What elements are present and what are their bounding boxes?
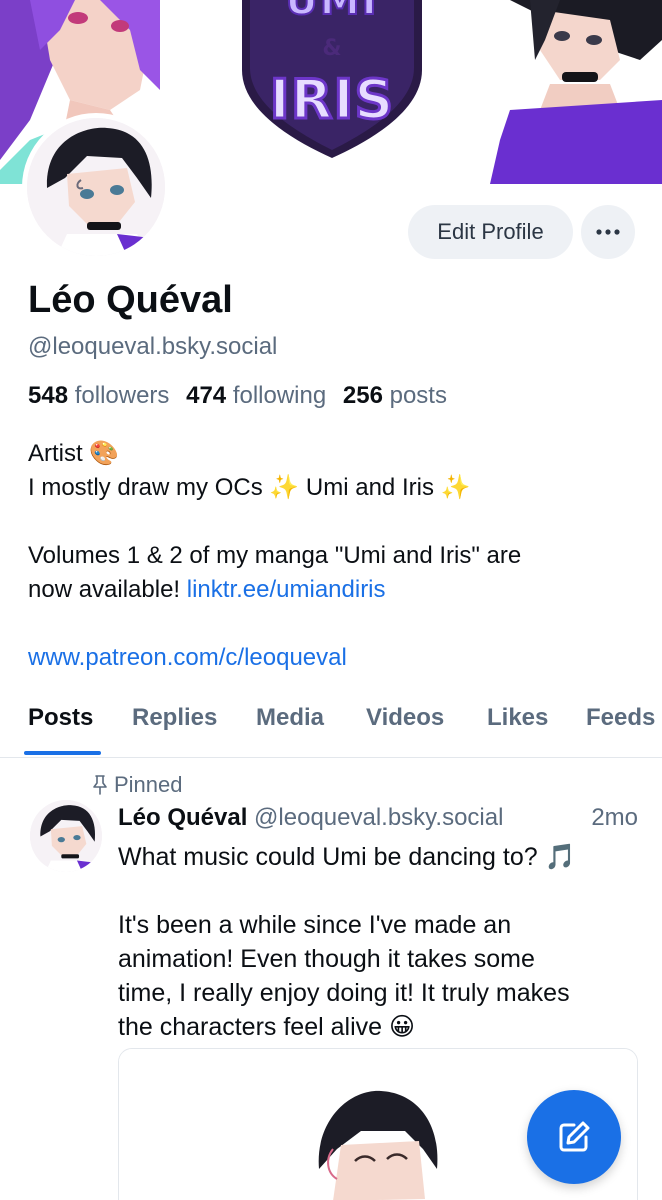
- tab-posts[interactable]: Posts: [28, 704, 93, 732]
- bio-line: I mostly draw my OCs ✨ Umi and Iris ✨: [28, 474, 471, 501]
- compose-icon: [559, 1121, 590, 1152]
- edit-profile-button[interactable]: Edit Profile: [408, 205, 573, 259]
- following-count: 474: [186, 382, 227, 409]
- bio-line: Artist 🎨: [28, 440, 120, 467]
- posts-count: 256: [342, 382, 383, 409]
- compose-button[interactable]: [527, 1090, 621, 1184]
- logo-ampersand: &: [322, 36, 342, 61]
- post-author-handle[interactable]: @leoqueval.bsky.social: [254, 804, 503, 831]
- profile-handle: @leoqueval.bsky.social: [28, 333, 278, 360]
- ellipsis-icon: [596, 229, 620, 235]
- profile-avatar[interactable]: [22, 113, 170, 261]
- profile-stats: 548 followers 474 following 256 posts: [28, 382, 457, 410]
- bio-line: Volumes 1 & 2 of my manga "Umi and Iris"…: [28, 542, 522, 569]
- avatar-illustration: [27, 118, 165, 256]
- post-line: What music could Umi be dancing to? 🎵: [118, 843, 576, 871]
- more-options-button[interactable]: [581, 205, 635, 259]
- tab-videos[interactable]: Videos: [366, 704, 444, 732]
- followers-stat[interactable]: 548 followers: [28, 382, 169, 409]
- post-header: Léo Quéval @leoqueval.bsky.social: [118, 804, 638, 832]
- tab-replies[interactable]: Replies: [132, 704, 217, 732]
- profile-tabs: Posts Replies Media Videos Likes Feeds: [0, 700, 662, 758]
- bio-text: now available!: [28, 576, 187, 603]
- post-author-name[interactable]: Léo Quéval: [118, 804, 247, 831]
- posts-label: posts: [389, 382, 447, 409]
- post-line: It's been a while since I've made an: [118, 911, 512, 939]
- linktree-link[interactable]: linktr.ee/umiandiris: [187, 576, 386, 603]
- post-line: the characters feel alive 😀: [118, 1013, 416, 1041]
- logo-title-top: UMI: [284, 0, 379, 25]
- post-line: animation! Even though it takes some: [118, 945, 535, 973]
- pinned-label: Pinned: [114, 772, 183, 797]
- following-label: following: [232, 382, 327, 409]
- post-line: time, I really enjoy doing it! It truly …: [118, 979, 570, 1007]
- post-author-avatar[interactable]: [30, 800, 102, 872]
- following-stat[interactable]: 474 following: [186, 382, 326, 409]
- followers-count: 548: [28, 382, 69, 409]
- active-tab-indicator: [24, 751, 101, 755]
- banner-character-right: [490, 0, 662, 184]
- post-text: What music could Umi be dancing to? 🎵 It…: [118, 840, 638, 1044]
- profile-bio: Artist 🎨 I mostly draw my OCs ✨ Umi and …: [28, 437, 638, 675]
- followers-label: followers: [74, 382, 170, 409]
- tab-likes[interactable]: Likes: [487, 704, 548, 732]
- bio-line: now available! linktr.ee/umiandiris: [28, 573, 638, 607]
- logo-title-bottom: IRIS: [268, 67, 395, 133]
- posts-stat: 256 posts: [343, 382, 447, 409]
- tab-feeds[interactable]: Feeds: [586, 704, 655, 732]
- pin-icon: [93, 775, 107, 795]
- post-timestamp[interactable]: 2mo: [591, 804, 638, 832]
- tab-media[interactable]: Media: [256, 704, 324, 732]
- avatar-illustration: [30, 800, 102, 872]
- umi-iris-logo: UMI & IRIS: [232, 0, 432, 160]
- profile-name: Léo Quéval: [28, 279, 233, 321]
- pinned-indicator: Pinned: [92, 772, 183, 798]
- patreon-link[interactable]: www.patreon.com/c/leoqueval: [28, 641, 638, 675]
